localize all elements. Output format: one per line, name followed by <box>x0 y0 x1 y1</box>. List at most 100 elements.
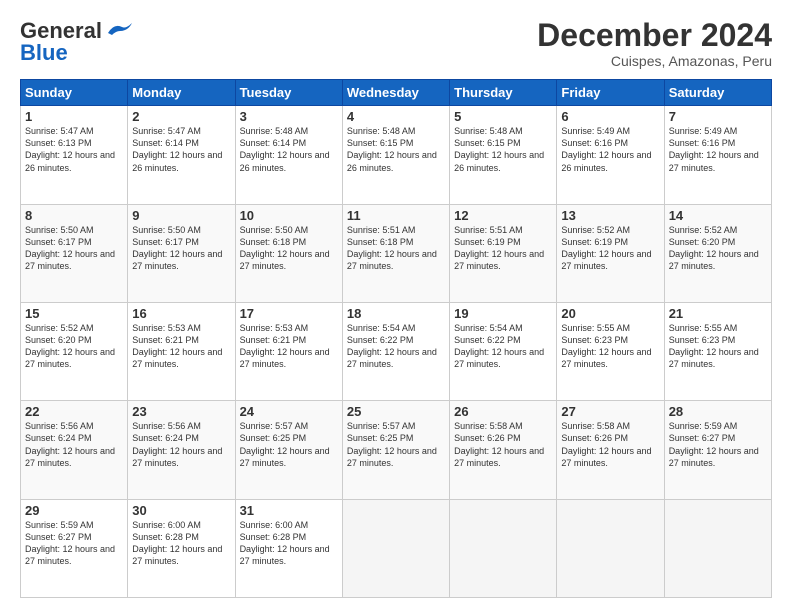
sunset-label: Sunset: 6:19 PM <box>454 237 521 247</box>
day-number: 6 <box>561 109 659 124</box>
logo-bird-icon <box>106 19 134 44</box>
sunset-label: Sunset: 6:26 PM <box>561 433 628 443</box>
sunset-label: Sunset: 6:24 PM <box>25 433 92 443</box>
col-sunday: Sunday <box>21 80 128 106</box>
day-number: 30 <box>132 503 230 518</box>
calendar-table: Sunday Monday Tuesday Wednesday Thursday… <box>20 79 772 598</box>
sunset-label: Sunset: 6:16 PM <box>669 138 736 148</box>
sunset-label: Sunset: 6:20 PM <box>25 335 92 345</box>
sunset-label: Sunset: 6:27 PM <box>669 433 736 443</box>
daylight-label: Daylight: 12 hours and 27 minutes. <box>132 249 222 271</box>
sunset-label: Sunset: 6:26 PM <box>454 433 521 443</box>
day-number: 12 <box>454 208 552 223</box>
sunrise-label: Sunrise: 5:48 AM <box>240 126 309 136</box>
day-number: 1 <box>25 109 123 124</box>
daylight-label: Daylight: 12 hours and 27 minutes. <box>669 347 759 369</box>
calendar-day-cell: 20 Sunrise: 5:55 AM Sunset: 6:23 PM Dayl… <box>557 302 664 400</box>
calendar-day-cell: 6 Sunrise: 5:49 AM Sunset: 6:16 PM Dayli… <box>557 106 664 204</box>
day-number: 17 <box>240 306 338 321</box>
day-number: 9 <box>132 208 230 223</box>
sunrise-label: Sunrise: 5:47 AM <box>132 126 201 136</box>
daylight-label: Daylight: 12 hours and 27 minutes. <box>669 446 759 468</box>
calendar-day-cell: 16 Sunrise: 5:53 AM Sunset: 6:21 PM Dayl… <box>128 302 235 400</box>
col-wednesday: Wednesday <box>342 80 449 106</box>
daylight-label: Daylight: 12 hours and 27 minutes. <box>347 446 437 468</box>
day-number: 4 <box>347 109 445 124</box>
sunrise-label: Sunrise: 5:55 AM <box>669 323 738 333</box>
sunset-label: Sunset: 6:24 PM <box>132 433 199 443</box>
day-number: 19 <box>454 306 552 321</box>
daylight-label: Daylight: 12 hours and 27 minutes. <box>240 544 330 566</box>
month-title: December 2024 <box>537 18 772 53</box>
daylight-label: Daylight: 12 hours and 26 minutes. <box>25 150 115 172</box>
sunset-label: Sunset: 6:17 PM <box>132 237 199 247</box>
day-number: 14 <box>669 208 767 223</box>
calendar-day-cell: 23 Sunrise: 5:56 AM Sunset: 6:24 PM Dayl… <box>128 401 235 499</box>
daylight-label: Daylight: 12 hours and 27 minutes. <box>454 347 544 369</box>
daylight-label: Daylight: 12 hours and 27 minutes. <box>132 544 222 566</box>
sunrise-label: Sunrise: 5:50 AM <box>240 225 309 235</box>
day-info: Sunrise: 5:52 AM Sunset: 6:20 PM Dayligh… <box>25 322 123 371</box>
sunset-label: Sunset: 6:25 PM <box>240 433 307 443</box>
logo: General Blue <box>20 18 134 66</box>
sunset-label: Sunset: 6:27 PM <box>25 532 92 542</box>
day-info: Sunrise: 5:48 AM Sunset: 6:14 PM Dayligh… <box>240 125 338 174</box>
sunrise-label: Sunrise: 5:52 AM <box>25 323 94 333</box>
calendar-week-row: 15 Sunrise: 5:52 AM Sunset: 6:20 PM Dayl… <box>21 302 772 400</box>
calendar-day-cell: 8 Sunrise: 5:50 AM Sunset: 6:17 PM Dayli… <box>21 204 128 302</box>
daylight-label: Daylight: 12 hours and 26 minutes. <box>240 150 330 172</box>
day-info: Sunrise: 5:48 AM Sunset: 6:15 PM Dayligh… <box>347 125 445 174</box>
day-info: Sunrise: 5:49 AM Sunset: 6:16 PM Dayligh… <box>669 125 767 174</box>
calendar-day-cell: 13 Sunrise: 5:52 AM Sunset: 6:19 PM Dayl… <box>557 204 664 302</box>
day-info: Sunrise: 5:50 AM Sunset: 6:17 PM Dayligh… <box>132 224 230 273</box>
calendar-day-cell: 28 Sunrise: 5:59 AM Sunset: 6:27 PM Dayl… <box>664 401 771 499</box>
day-number: 29 <box>25 503 123 518</box>
daylight-label: Daylight: 12 hours and 27 minutes. <box>132 347 222 369</box>
calendar-day-cell: 21 Sunrise: 5:55 AM Sunset: 6:23 PM Dayl… <box>664 302 771 400</box>
sunset-label: Sunset: 6:14 PM <box>132 138 199 148</box>
calendar-day-cell: 26 Sunrise: 5:58 AM Sunset: 6:26 PM Dayl… <box>450 401 557 499</box>
empty-cell <box>450 499 557 597</box>
day-info: Sunrise: 5:54 AM Sunset: 6:22 PM Dayligh… <box>347 322 445 371</box>
day-info: Sunrise: 5:49 AM Sunset: 6:16 PM Dayligh… <box>561 125 659 174</box>
day-number: 20 <box>561 306 659 321</box>
col-monday: Monday <box>128 80 235 106</box>
sunset-label: Sunset: 6:25 PM <box>347 433 414 443</box>
sunrise-label: Sunrise: 5:51 AM <box>454 225 523 235</box>
daylight-label: Daylight: 12 hours and 26 minutes. <box>347 150 437 172</box>
sunrise-label: Sunrise: 5:50 AM <box>25 225 94 235</box>
day-number: 21 <box>669 306 767 321</box>
day-info: Sunrise: 5:51 AM Sunset: 6:18 PM Dayligh… <box>347 224 445 273</box>
col-saturday: Saturday <box>664 80 771 106</box>
sunset-label: Sunset: 6:14 PM <box>240 138 307 148</box>
daylight-label: Daylight: 12 hours and 27 minutes. <box>25 544 115 566</box>
daylight-label: Daylight: 12 hours and 27 minutes. <box>240 249 330 271</box>
sunrise-label: Sunrise: 5:57 AM <box>347 421 416 431</box>
daylight-label: Daylight: 12 hours and 27 minutes. <box>240 446 330 468</box>
day-info: Sunrise: 5:59 AM Sunset: 6:27 PM Dayligh… <box>25 519 123 568</box>
calendar-day-cell: 14 Sunrise: 5:52 AM Sunset: 6:20 PM Dayl… <box>664 204 771 302</box>
header: General Blue December 2024 Cuispes, Amaz… <box>20 18 772 69</box>
calendar-day-cell: 18 Sunrise: 5:54 AM Sunset: 6:22 PM Dayl… <box>342 302 449 400</box>
day-number: 2 <box>132 109 230 124</box>
day-info: Sunrise: 5:58 AM Sunset: 6:26 PM Dayligh… <box>454 420 552 469</box>
day-info: Sunrise: 5:53 AM Sunset: 6:21 PM Dayligh… <box>240 322 338 371</box>
daylight-label: Daylight: 12 hours and 27 minutes. <box>454 249 544 271</box>
daylight-label: Daylight: 12 hours and 26 minutes. <box>454 150 544 172</box>
calendar-day-cell: 15 Sunrise: 5:52 AM Sunset: 6:20 PM Dayl… <box>21 302 128 400</box>
daylight-label: Daylight: 12 hours and 27 minutes. <box>240 347 330 369</box>
daylight-label: Daylight: 12 hours and 27 minutes. <box>25 446 115 468</box>
calendar-day-cell: 5 Sunrise: 5:48 AM Sunset: 6:15 PM Dayli… <box>450 106 557 204</box>
calendar-day-cell: 25 Sunrise: 5:57 AM Sunset: 6:25 PM Dayl… <box>342 401 449 499</box>
calendar-week-row: 22 Sunrise: 5:56 AM Sunset: 6:24 PM Dayl… <box>21 401 772 499</box>
sunset-label: Sunset: 6:15 PM <box>454 138 521 148</box>
day-info: Sunrise: 5:52 AM Sunset: 6:20 PM Dayligh… <box>669 224 767 273</box>
calendar-day-cell: 31 Sunrise: 6:00 AM Sunset: 6:28 PM Dayl… <box>235 499 342 597</box>
daylight-label: Daylight: 12 hours and 27 minutes. <box>347 347 437 369</box>
daylight-label: Daylight: 12 hours and 27 minutes. <box>669 249 759 271</box>
sunset-label: Sunset: 6:28 PM <box>132 532 199 542</box>
sunset-label: Sunset: 6:17 PM <box>25 237 92 247</box>
day-info: Sunrise: 5:55 AM Sunset: 6:23 PM Dayligh… <box>561 322 659 371</box>
calendar-day-cell: 29 Sunrise: 5:59 AM Sunset: 6:27 PM Dayl… <box>21 499 128 597</box>
day-info: Sunrise: 5:48 AM Sunset: 6:15 PM Dayligh… <box>454 125 552 174</box>
